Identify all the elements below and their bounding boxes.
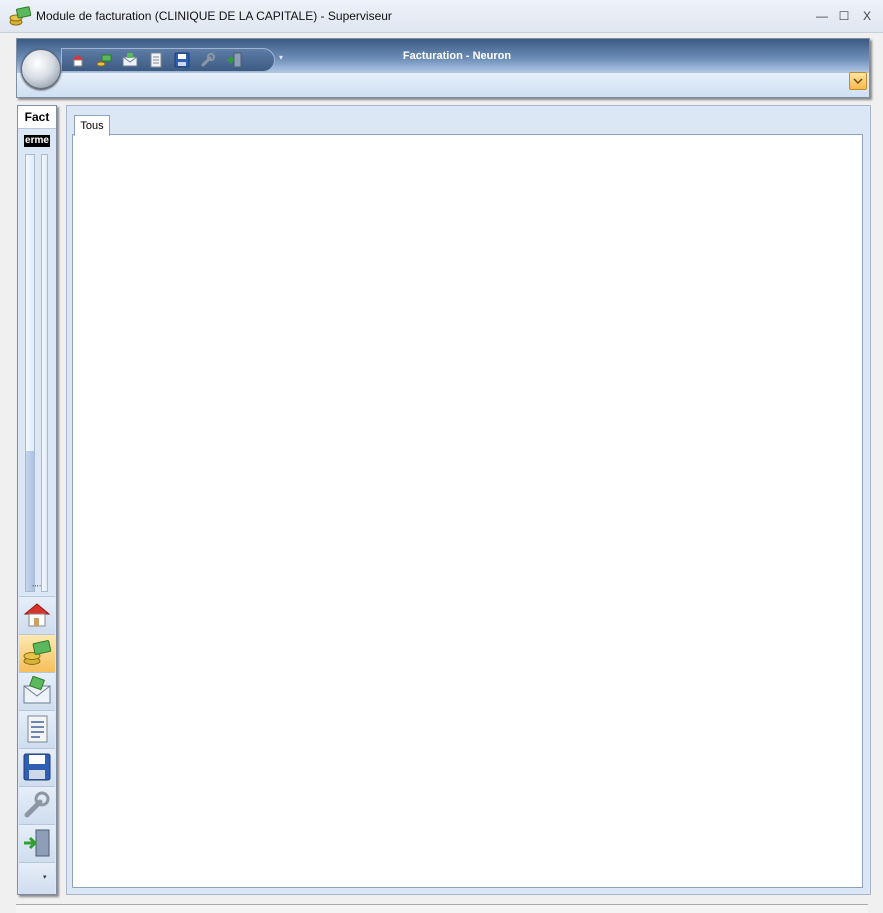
nav-more-button[interactable]: ▾: [19, 862, 55, 894]
nav-item-document[interactable]: [19, 710, 55, 748]
nav-header-label: Fact: [24, 110, 50, 124]
nav-item-billing[interactable]: [19, 634, 55, 672]
document-icon: [27, 715, 48, 743]
nav-item-save[interactable]: [19, 748, 55, 786]
ribbon: ▾ Facturation - Neuron: [16, 38, 870, 98]
save-icon: [23, 753, 51, 781]
ribbon-expand-button[interactable]: [849, 72, 867, 90]
home-icon: [23, 603, 51, 627]
nav-item-mail[interactable]: [19, 672, 55, 710]
wrench-icon[interactable]: [200, 52, 216, 68]
application-menu-button[interactable]: [21, 49, 61, 89]
tab-tous[interactable]: Tous: [74, 115, 110, 136]
chevron-down-icon: ▾: [43, 874, 47, 881]
nav-sub-label: erme: [24, 135, 50, 147]
document-icon[interactable]: [148, 52, 164, 68]
nav-item-exit[interactable]: [19, 824, 55, 862]
save-icon[interactable]: [174, 52, 190, 68]
maximize-button[interactable]: ☐: [834, 6, 854, 26]
wrench-icon: [24, 791, 50, 818]
main-content: Tous: [66, 105, 871, 895]
billing-icon[interactable]: [96, 52, 112, 68]
tab-page-tous: [72, 134, 863, 888]
navigation-pane: Fact erme '''' ▾: [17, 105, 57, 895]
home-icon[interactable]: [70, 52, 86, 68]
close-button[interactable]: X: [857, 6, 877, 26]
billing-icon: [23, 640, 52, 665]
mail-icon: [23, 676, 51, 704]
nav-scroll-track-right[interactable]: [41, 154, 48, 592]
quick-access-toolbar: [61, 48, 275, 72]
nav-scroll-track-left[interactable]: [25, 154, 35, 592]
exit-icon: [24, 829, 50, 857]
ribbon-body: [17, 73, 869, 97]
nav-item-home[interactable]: [19, 596, 55, 634]
nav-scroll-fill: [26, 451, 34, 591]
nav-header: Fact: [18, 106, 56, 129]
customize-toolbar-button[interactable]: ▾: [279, 53, 283, 62]
nav-splitter-grip[interactable]: '''': [18, 585, 56, 596]
chevron-down-icon: [853, 78, 863, 85]
minimize-button[interactable]: —: [812, 6, 832, 26]
billing-app-icon: [9, 6, 32, 26]
mail-icon[interactable]: [122, 52, 138, 68]
window-title: Module de facturation (CLINIQUE DE LA CA…: [36, 9, 392, 23]
exit-icon[interactable]: [226, 52, 242, 68]
window-title-bar: Module de facturation (CLINIQUE DE LA CA…: [0, 0, 883, 33]
nav-item-settings[interactable]: [19, 786, 55, 824]
ribbon-title: Facturation - Neuron: [402, 50, 512, 62]
